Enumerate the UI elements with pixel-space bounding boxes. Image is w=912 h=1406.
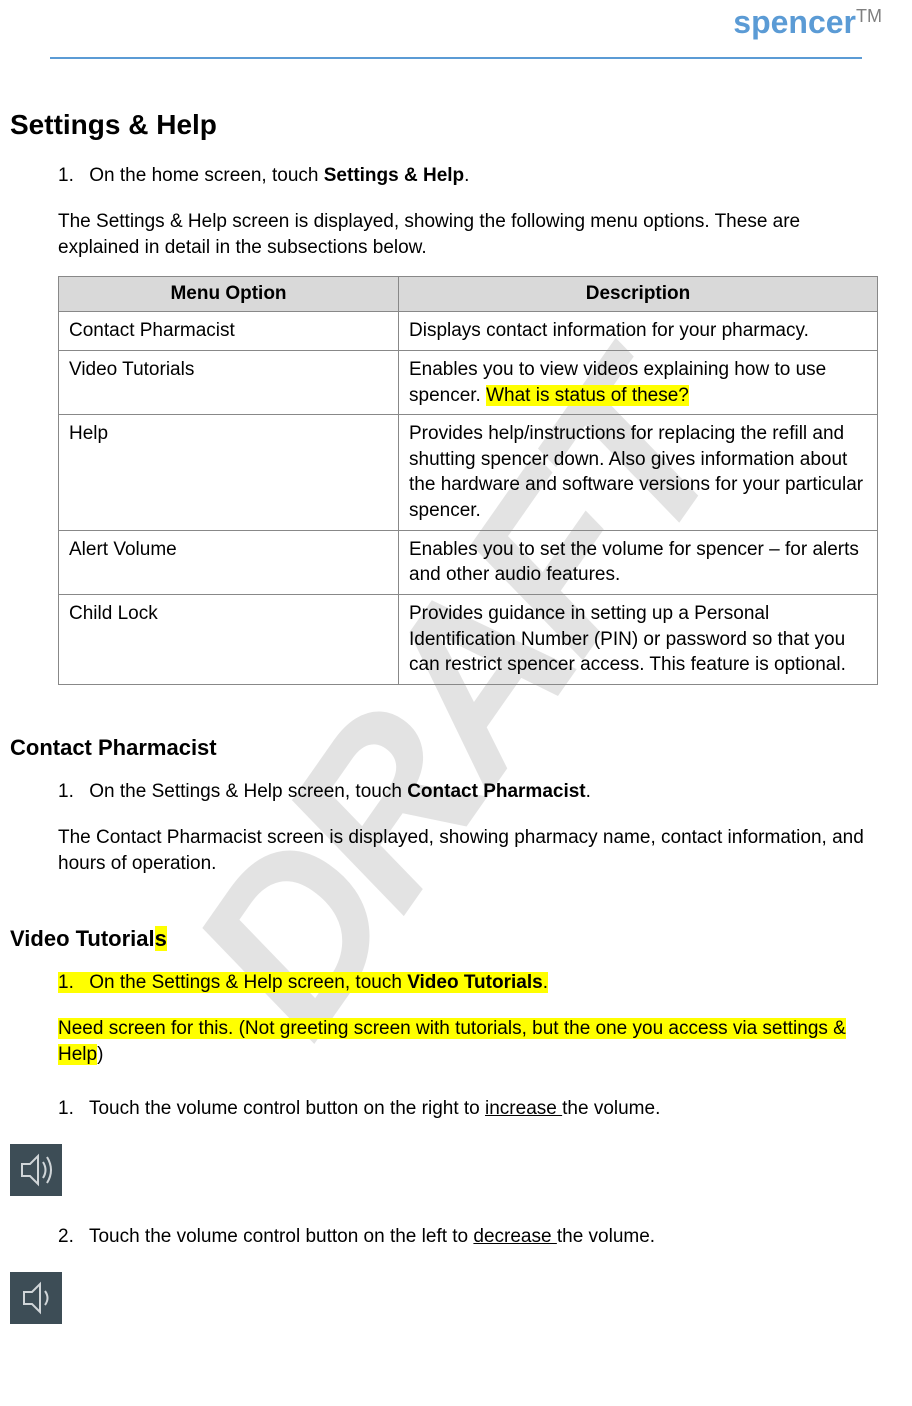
table-header-menu: Menu Option bbox=[59, 277, 399, 312]
cell-menu: Child Lock bbox=[59, 595, 399, 685]
step-text-suffix: the volume. bbox=[562, 1098, 660, 1119]
step-number: 1. bbox=[58, 1098, 84, 1120]
highlighted-note: Need screen for this. (Not greeting scre… bbox=[58, 1018, 846, 1065]
video-note: Need screen for this. (Not greeting scre… bbox=[10, 1016, 872, 1067]
cell-menu: Alert Volume bbox=[59, 530, 399, 594]
cell-desc: Enables you to view videos explaining ho… bbox=[399, 350, 878, 414]
step-text-suffix: . bbox=[586, 781, 591, 802]
volume-step-decrease: 2. Touch the volume control button on th… bbox=[58, 1226, 872, 1248]
volume-up-icon bbox=[10, 1144, 62, 1196]
cell-desc: Provides help/instructions for replacing… bbox=[399, 415, 878, 531]
section-title-contact: Contact Pharmacist bbox=[10, 735, 872, 761]
step-number: 1. bbox=[58, 165, 84, 187]
page-title: Settings & Help bbox=[10, 109, 872, 141]
brand-name: spencer bbox=[733, 4, 856, 40]
table-row: Alert Volume Enables you to set the volu… bbox=[59, 530, 878, 594]
title-plain: Video Tutorial bbox=[10, 926, 155, 951]
table-row: Help Provides help/instructions for repl… bbox=[59, 415, 878, 531]
table-row: Video Tutorials Enables you to view vide… bbox=[59, 350, 878, 414]
intro-step: 1. On the home screen, touch Settings & … bbox=[58, 165, 872, 187]
note-tail: ) bbox=[97, 1044, 103, 1065]
cell-menu: Contact Pharmacist bbox=[59, 312, 399, 351]
menu-options-table: Menu Option Description Contact Pharmaci… bbox=[58, 276, 878, 685]
brand-logo: spencerTM bbox=[10, 0, 902, 41]
step-text-underline: increase bbox=[485, 1098, 562, 1119]
step-text-prefix: Touch the volume control button on the l… bbox=[89, 1226, 473, 1247]
step-number: 1. bbox=[58, 972, 84, 994]
cell-desc: Displays contact information for your ph… bbox=[399, 312, 878, 351]
cell-desc: Provides guidance in setting up a Person… bbox=[399, 595, 878, 685]
step-text-prefix: On the home screen, touch bbox=[89, 165, 323, 186]
step-text-underline: decrease bbox=[473, 1226, 556, 1247]
volume-down-icon bbox=[10, 1272, 62, 1324]
step-text-bold: Contact Pharmacist bbox=[407, 781, 585, 802]
step-number: 1. bbox=[58, 781, 84, 803]
step-number: 2. bbox=[58, 1226, 84, 1248]
cell-menu: Video Tutorials bbox=[59, 350, 399, 414]
highlighted-note: What is status of these? bbox=[486, 385, 689, 406]
brand-tm: TM bbox=[856, 6, 882, 26]
header-rule bbox=[50, 57, 862, 59]
step-text-prefix: On the Settings & Help screen, touch bbox=[89, 972, 407, 993]
video-step: 1. On the Settings & Help screen, touch … bbox=[58, 972, 872, 994]
table-row: Contact Pharmacist Displays contact info… bbox=[59, 312, 878, 351]
step-text-bold: Video Tutorials bbox=[407, 972, 543, 993]
page-header: spencerTM bbox=[0, 0, 912, 59]
section-title-video: Video Tutorials bbox=[10, 926, 872, 952]
contact-step: 1. On the Settings & Help screen, touch … bbox=[58, 781, 872, 803]
table-header-desc: Description bbox=[399, 277, 878, 312]
cell-desc: Enables you to set the volume for spence… bbox=[399, 530, 878, 594]
step-text-bold: Settings & Help bbox=[324, 165, 464, 186]
intro-paragraph: The Settings & Help screen is displayed,… bbox=[10, 209, 872, 260]
step-text-suffix: the volume. bbox=[557, 1226, 655, 1247]
contact-paragraph: The Contact Pharmacist screen is display… bbox=[10, 825, 872, 876]
step-text-suffix: . bbox=[543, 972, 548, 993]
title-highlight: s bbox=[155, 926, 167, 951]
step-text-prefix: Touch the volume control button on the r… bbox=[89, 1098, 485, 1119]
volume-step-increase: 1. Touch the volume control button on th… bbox=[58, 1098, 872, 1120]
step-text-suffix: . bbox=[464, 165, 469, 186]
table-row: Child Lock Provides guidance in setting … bbox=[59, 595, 878, 685]
cell-menu: Help bbox=[59, 415, 399, 531]
step-text-prefix: On the Settings & Help screen, touch bbox=[89, 781, 407, 802]
